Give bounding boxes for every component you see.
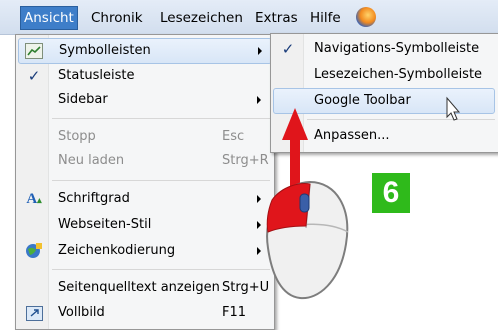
shortcut-label: Strg+U xyxy=(222,280,270,295)
menu-chronik-label: Chronik xyxy=(91,10,143,26)
toolbar-icon xyxy=(25,43,43,59)
menu-item-stopp[interactable]: Stopp Esc xyxy=(18,125,270,149)
menu-lesezeichen[interactable]: Lesezeichen xyxy=(160,8,243,28)
computer-mouse-icon xyxy=(266,180,349,300)
checkmark-icon: ✓ xyxy=(281,40,295,58)
submenu-item-google-toolbar[interactable]: Google Toolbar xyxy=(273,88,495,114)
shortcut-label: Esc xyxy=(222,129,245,144)
submenu-item-lesezeichen-symbolleiste[interactable]: Lesezeichen-Symbolleiste xyxy=(273,63,495,87)
menu-item-symbolleisten[interactable]: Symbolleisten xyxy=(18,38,272,64)
menu-item-label: Symbolleisten xyxy=(59,43,151,58)
menu-item-neu-laden[interactable]: Neu laden Strg+R xyxy=(18,149,270,173)
submenu-item-anpassen[interactable]: Anpassen... xyxy=(273,124,495,148)
submenu-arrow-icon xyxy=(258,47,262,55)
submenu-arrow-icon xyxy=(257,221,261,229)
menu-lesezeichen-label: Lesezeichen xyxy=(160,10,243,26)
fullscreen-icon xyxy=(26,306,43,321)
menu-extras[interactable]: Extras xyxy=(255,8,298,28)
menu-item-webseiten-stil[interactable]: Webseiten-Stil xyxy=(18,213,270,237)
toolbars-submenu: ✓ Navigations-Symbolleiste Lesezeichen-S… xyxy=(270,33,498,153)
checkmark-icon: ✓ xyxy=(27,67,41,85)
view-menu: Symbolleisten ✓ Statusleiste Sidebar Sto… xyxy=(15,34,275,330)
submenu-arrow-icon xyxy=(257,96,261,104)
submenu-item-label: Google Toolbar xyxy=(314,93,411,108)
menu-item-label: Sidebar xyxy=(58,92,108,107)
menu-item-label: Neu laden xyxy=(58,153,125,168)
firefox-help-icon[interactable] xyxy=(356,7,376,27)
menu-hilfe[interactable]: Hilfe xyxy=(310,8,341,28)
submenu-arrow-icon xyxy=(257,247,261,255)
menu-item-label: Schriftgrad xyxy=(58,191,130,206)
menu-item-label: Statusleiste xyxy=(58,68,135,83)
menu-item-label: Vollbild xyxy=(58,305,105,320)
submenu-item-label: Navigations-Symbolleiste xyxy=(314,41,480,56)
submenu-item-label: Lesezeichen-Symbolleiste xyxy=(314,67,483,82)
submenu-arrow-icon xyxy=(257,195,261,203)
menu-separator xyxy=(52,180,270,181)
menu-ansicht[interactable]: Ansicht xyxy=(20,6,78,30)
menu-item-label: Stopp xyxy=(58,129,96,144)
menu-item-schriftgrad[interactable]: A▴ Schriftgrad xyxy=(18,187,270,211)
encoding-icon xyxy=(24,241,44,261)
menu-item-statusleiste[interactable]: ✓ Statusleiste xyxy=(18,64,270,88)
menu-ansicht-label: Ansicht xyxy=(24,10,74,26)
menu-item-label: Webseiten-Stil xyxy=(58,217,152,232)
menu-item-zeichenkodierung[interactable]: Zeichenkodierung xyxy=(18,239,270,263)
menu-item-seitenquelltext[interactable]: Seitenquelltext anzeigen Strg+U xyxy=(18,276,270,300)
menu-extras-label: Extras xyxy=(255,10,298,26)
font-size-icon: A▴ xyxy=(26,191,42,207)
menu-item-vollbild[interactable]: Vollbild F11 xyxy=(18,301,270,325)
menu-chronik[interactable]: Chronik xyxy=(91,8,143,28)
shortcut-label: F11 xyxy=(222,305,247,320)
menu-item-sidebar[interactable]: Sidebar xyxy=(18,88,270,112)
menu-separator xyxy=(307,119,495,120)
menu-hilfe-label: Hilfe xyxy=(310,10,341,26)
menu-separator xyxy=(52,269,270,270)
submenu-item-label: Anpassen... xyxy=(314,128,390,143)
menu-item-label: Seitenquelltext anzeigen xyxy=(58,280,220,295)
shortcut-label: Strg+R xyxy=(222,153,269,168)
menu-bar: Ansicht Chronik Lesezeichen Extras Hilfe xyxy=(0,0,498,35)
step-number-badge: 6 xyxy=(372,173,410,213)
menu-separator xyxy=(52,118,270,119)
menu-item-label: Zeichenkodierung xyxy=(58,243,176,258)
submenu-item-navigations-symbolleiste[interactable]: ✓ Navigations-Symbolleiste xyxy=(273,37,495,61)
